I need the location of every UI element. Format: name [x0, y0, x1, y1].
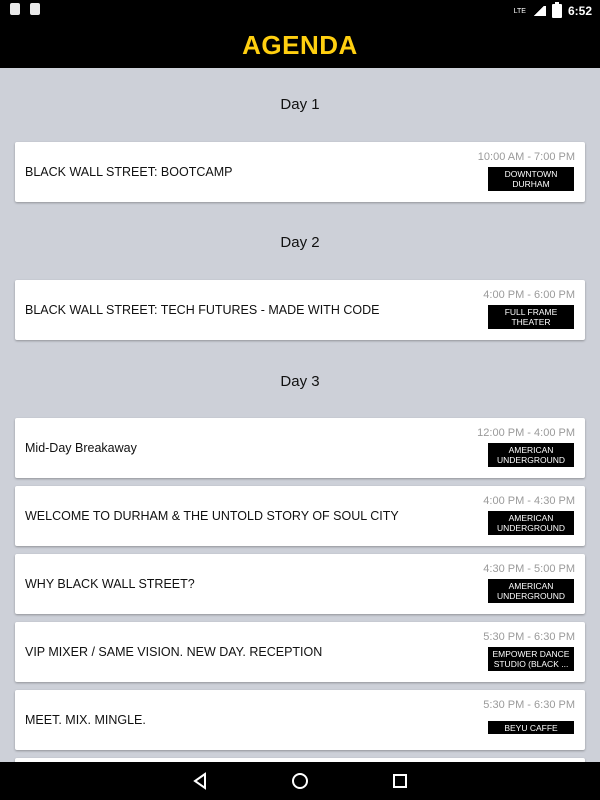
signal-icon — [531, 6, 546, 16]
event-card[interactable]: WHY BLACK WALL STREET? 4:30 PM - 5:00 PM… — [15, 554, 585, 614]
event-card[interactable]: WELCOME TO DURHAM & THE UNTOLD STORY OF … — [15, 486, 585, 546]
event-title: WHY BLACK WALL STREET? — [25, 577, 195, 591]
event-location-badge: AMERICAN UNDERGROUND — [488, 579, 574, 603]
recent-apps-icon[interactable] — [391, 772, 409, 790]
event-time: 4:00 PM - 4:30 PM — [483, 495, 575, 507]
event-location-badge: AMERICAN UNDERGROUND — [488, 511, 574, 535]
event-time: 10:00 AM - 7:00 PM — [477, 151, 575, 163]
home-icon[interactable] — [291, 772, 309, 790]
event-title: MEET. MIX. MINGLE. — [25, 713, 146, 727]
event-card[interactable]: MEET. MIX. MINGLE. 5:30 PM - 6:30 PM BEY… — [15, 690, 585, 750]
status-bar: LTE 6:52 — [0, 0, 600, 22]
event-time: 5:30 PM - 6:30 PM — [483, 699, 575, 711]
event-title: WELCOME TO DURHAM & THE UNTOLD STORY OF … — [25, 509, 399, 523]
event-time: 4:00 PM - 6:00 PM — [483, 289, 575, 301]
event-location-badge: FULL FRAME THEATER — [488, 305, 574, 329]
event-location-badge: EMPOWER DANCE STUDIO (BLACK ... — [488, 647, 574, 671]
android-icon — [30, 3, 40, 15]
clock-time: 6:52 — [567, 4, 592, 18]
event-card[interactable]: BLACK WALL STREET: BOOTCAMP 10:00 AM - 7… — [15, 142, 585, 202]
event-location-badge: DOWNTOWN DURHAM — [488, 167, 574, 191]
event-time: 12:00 PM - 4:00 PM — [477, 427, 575, 439]
day-header: Day 1 — [280, 96, 320, 113]
sd-card-icon — [10, 3, 20, 15]
event-title: BLACK WALL STREET: BOOTCAMP — [25, 165, 233, 179]
event-title: BLACK WALL STREET: TECH FUTURES - MADE W… — [25, 303, 380, 317]
event-title: Mid-Day Breakaway — [25, 441, 137, 455]
day-header: Day 3 — [280, 373, 320, 390]
battery-icon — [551, 2, 562, 18]
back-icon[interactable] — [191, 772, 209, 790]
event-time: 4:30 PM - 5:00 PM — [483, 563, 575, 575]
page-title: AGENDA — [242, 29, 358, 60]
event-time: 5:30 PM - 6:30 PM — [483, 631, 575, 643]
day-header: Day 2 — [280, 234, 320, 251]
status-indicators: LTE 6:52 — [513, 2, 592, 18]
event-location-badge: AMERICAN UNDERGROUND — [488, 443, 574, 467]
agenda-list[interactable]: Day 1 BLACK WALL STREET: BOOTCAMP 10:00 … — [0, 68, 600, 762]
event-card[interactable]: VIP MIXER / SAME VISION. NEW DAY. RECEPT… — [15, 622, 585, 682]
system-nav-bar — [0, 762, 600, 800]
event-card[interactable]: Mid-Day Breakaway 12:00 PM - 4:00 PM AME… — [15, 418, 585, 478]
notification-icons — [10, 3, 40, 15]
event-title: VIP MIXER / SAME VISION. NEW DAY. RECEPT… — [25, 645, 323, 659]
event-location-badge: BEYU CAFFE — [488, 721, 574, 734]
network-type-label: LTE — [513, 7, 526, 15]
app-bar: AGENDA — [0, 22, 600, 68]
event-card[interactable]: BLACK WALL STREET: TECH FUTURES - MADE W… — [15, 280, 585, 340]
